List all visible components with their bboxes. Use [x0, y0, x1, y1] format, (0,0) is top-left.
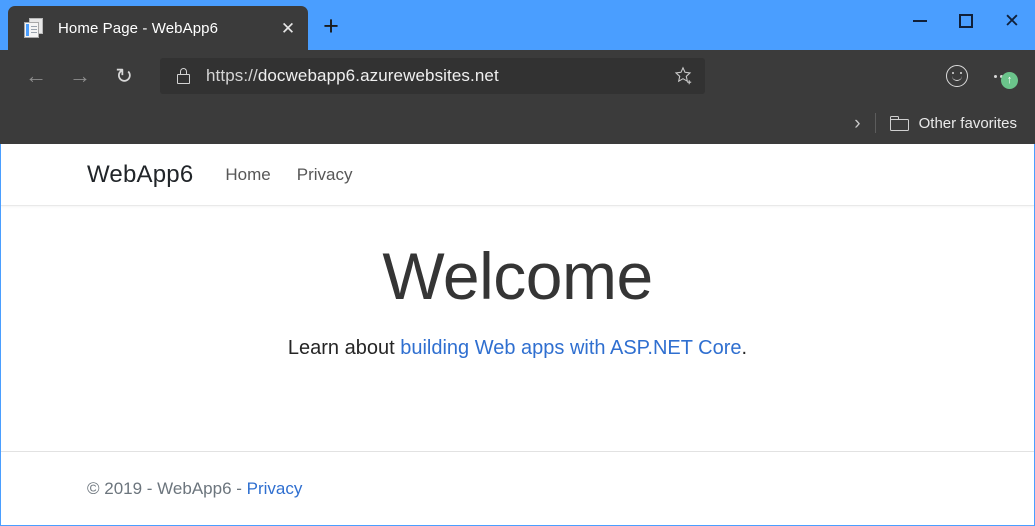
back-button[interactable]: ← — [14, 54, 58, 98]
address-bar[interactable]: https://docwebapp6.azurewebsites.net — [160, 58, 705, 94]
chevron-right-icon[interactable]: › — [840, 114, 874, 133]
browser-tab[interactable]: Home Page - WebApp6 ✕ — [8, 6, 308, 50]
url-host: docwebapp6.azurewebsites.net — [258, 66, 499, 85]
new-tab-button[interactable]: + — [308, 6, 354, 50]
favorites-bar: › Other favorites — [0, 102, 1035, 144]
site-navbar: WebApp6 Home Privacy — [1, 144, 1034, 206]
hero-lead-prefix: Learn about — [288, 337, 400, 359]
nav-link-privacy[interactable]: Privacy — [297, 165, 353, 185]
browser-toolbar: ← → ↻ https://docwebapp6.azurewebsites.n… — [0, 50, 1035, 102]
star-add-icon[interactable] — [669, 61, 699, 91]
site-nav-links: Home Privacy — [225, 165, 352, 185]
site-footer: © 2019 - WebApp6 - Privacy — [1, 451, 1034, 525]
favorites-separator — [875, 113, 876, 133]
hero-subtitle: Learn about building Web apps with ASP.N… — [288, 337, 747, 360]
window-controls: ✕ — [897, 0, 1035, 42]
other-favorites-item[interactable]: Other favorites — [919, 115, 1017, 132]
refresh-button[interactable]: ↻ — [102, 54, 146, 98]
site-brand[interactable]: WebApp6 — [87, 161, 193, 189]
forward-button[interactable]: → — [58, 54, 102, 98]
footer-copyright: © 2019 - WebApp6 - — [87, 479, 247, 498]
tab-close-icon[interactable]: ✕ — [268, 6, 308, 50]
minimize-button[interactable] — [897, 0, 943, 42]
smiley-icon — [946, 65, 968, 87]
aspnet-core-docs-link[interactable]: building Web apps with ASP.NET Core — [400, 337, 741, 359]
close-window-button[interactable]: ✕ — [989, 0, 1035, 42]
lock-icon — [174, 66, 194, 86]
hero-lead-suffix: . — [742, 337, 748, 359]
browser-window: Home Page - WebApp6 ✕ + ✕ ← → ↻ https://… — [0, 0, 1035, 526]
maximize-button[interactable] — [943, 0, 989, 42]
folder-icon — [890, 116, 909, 131]
web-page-viewport: WebApp6 Home Privacy Welcome Learn about… — [0, 144, 1035, 526]
tab-title: Home Page - WebApp6 — [58, 20, 268, 37]
update-badge: ↑ — [1001, 72, 1018, 89]
page-title: Welcome — [382, 242, 652, 311]
url-scheme: https:// — [206, 66, 258, 85]
toolbar-right-actions: ↑ — [935, 54, 1023, 98]
address-bar-url: https://docwebapp6.azurewebsites.net — [206, 66, 669, 86]
document-favicon — [24, 18, 44, 38]
footer-privacy-link[interactable]: Privacy — [247, 479, 303, 498]
footer-text: © 2019 - WebApp6 - Privacy — [87, 479, 302, 499]
settings-menu-button[interactable]: ↑ — [979, 54, 1023, 98]
page-content: Welcome Learn about building Web apps wi… — [1, 206, 1034, 451]
title-bar: Home Page - WebApp6 ✕ + ✕ — [0, 0, 1035, 50]
close-icon: ✕ — [1004, 12, 1020, 31]
feedback-button[interactable] — [935, 54, 979, 98]
nav-link-home[interactable]: Home — [225, 165, 270, 185]
